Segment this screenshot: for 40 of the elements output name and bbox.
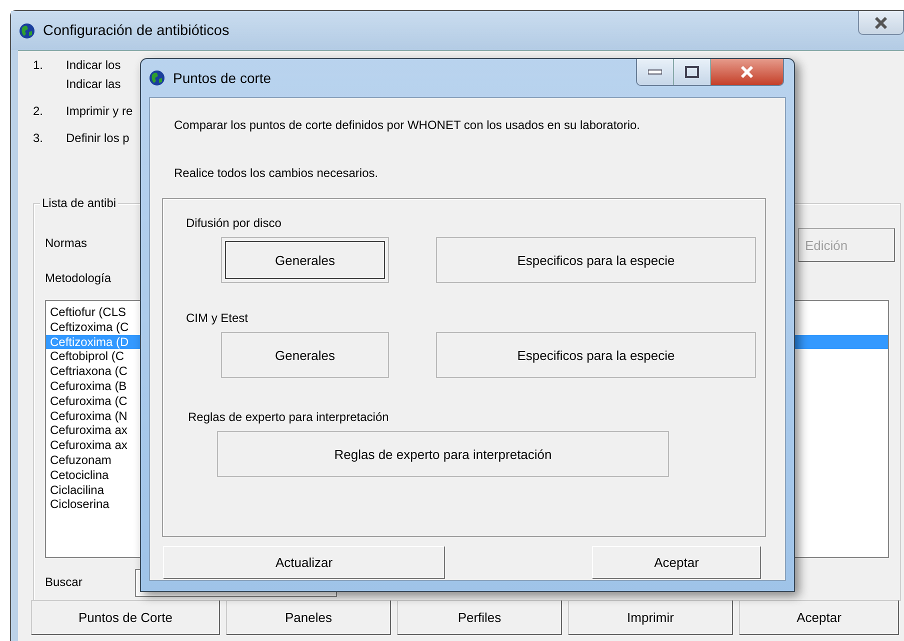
normas-label: Normas [45,236,88,250]
maximize-button[interactable] [674,59,711,85]
option-button[interactable]: Generales [221,237,389,283]
section-label: Difusión por disco [185,215,282,232]
option-button[interactable]: Especificos para la especie [436,332,756,378]
footer-button[interactable]: Perfiles [397,600,562,635]
close-button[interactable] [858,11,904,35]
close-button[interactable] [711,59,783,85]
dialog-button[interactable]: Aceptar [592,546,761,579]
dialog-button[interactable]: Actualizar [163,546,445,579]
globe-icon [149,70,165,86]
maximize-icon [685,66,699,78]
option-button[interactable]: Reglas de experto para interpretación [217,431,669,477]
footer-button[interactable]: Paneles [226,600,391,635]
step-text: Definir los p [66,131,130,145]
globe-icon [19,22,35,38]
footer-button[interactable]: Imprimir [568,600,733,635]
step-text: Indicar las [66,77,121,91]
close-icon [739,66,755,78]
group-title: Lista de antibi [40,196,118,210]
dialog-title: Puntos de corte [173,70,272,86]
step-text: Imprimir y re [66,104,133,118]
step-number: 2. [33,104,44,118]
section-label: CIM y Etest [185,310,250,327]
metodologia-label: Metodología [45,271,112,285]
footer-button[interactable]: Puntos de Corte [31,600,220,635]
step-number: 1. [33,58,44,74]
option-button[interactable]: Generales [221,332,389,378]
minimize-icon [648,69,662,75]
footer-button[interactable]: Aceptar [739,600,899,635]
intro-text: Comparar los puntos de corte definidos por WHONET con los usados en su laboratorio. [174,118,640,132]
window-title: Configuración de antibióticos [43,22,230,38]
step-number: 3. [33,131,44,145]
instruction-text: Realice todos los cambios necesarios. [174,166,378,180]
close-icon [874,16,888,28]
option-button[interactable]: Especificos para la especie [436,237,756,283]
search-label: Buscar [45,575,82,589]
section-label: Reglas de experto para interpretación [187,409,390,426]
minimize-button[interactable] [637,59,674,85]
step-text: Indicar los [66,58,121,72]
